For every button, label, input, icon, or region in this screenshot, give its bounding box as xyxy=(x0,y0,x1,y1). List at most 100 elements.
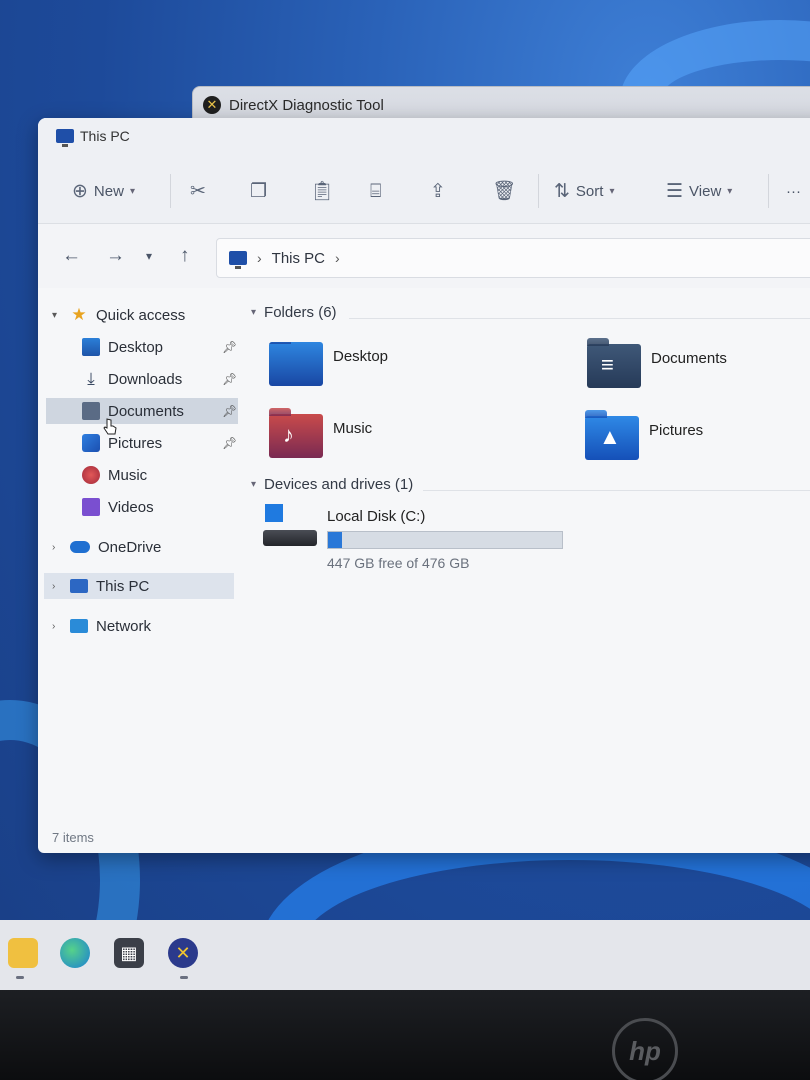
directx-titlebar[interactable]: ✕ DirectX Diagnostic Tool xyxy=(203,96,384,114)
pin-icon[interactable]: 📌︎ xyxy=(222,436,237,450)
sort-icon: ⇅ xyxy=(554,180,570,202)
sidebar-item-onedrive[interactable]: › OneDrive xyxy=(52,534,161,560)
group-divider xyxy=(423,490,810,491)
documents-folder-icon: ≡ xyxy=(587,338,641,388)
drive-local-disk-c[interactable]: Local Disk (C:) 447 GB free of 476 GB xyxy=(263,504,563,571)
cut-button[interactable]: ✂ xyxy=(190,176,206,206)
drive-body xyxy=(263,530,317,546)
sidebar-item-label: Downloads xyxy=(108,370,183,388)
sidebar-item-music[interactable]: Music xyxy=(82,462,147,488)
sidebar-item-desktop[interactable]: Desktop xyxy=(82,334,238,360)
pictures-folder-icon: ▲ xyxy=(585,410,639,460)
folder-documents[interactable]: ≡ Documents xyxy=(587,338,727,388)
download-icon: ⤓ xyxy=(87,369,95,388)
drive-usage-bar xyxy=(327,531,563,549)
chevron-down-icon[interactable]: ▾ xyxy=(251,479,256,490)
view-button[interactable]: ☰ View ▾ xyxy=(666,176,732,206)
folder-label: Documents xyxy=(651,350,727,367)
new-button[interactable]: ⊕ New ▾ xyxy=(72,176,135,206)
sidebar-item-videos[interactable]: Videos xyxy=(82,494,154,520)
chevron-down-icon: ▾ xyxy=(609,185,615,197)
toolbar-divider xyxy=(538,174,539,208)
star-icon: ★ xyxy=(71,305,87,324)
window-title: This PC xyxy=(80,128,130,144)
sidebar-item-network[interactable]: › Network xyxy=(52,613,151,639)
folder-label: Pictures xyxy=(649,422,704,439)
document-lines-icon: ≡ xyxy=(601,352,614,377)
copy-button[interactable]: ❐ xyxy=(250,176,267,206)
folders-group-label: Folders (6) xyxy=(264,304,337,321)
scissors-icon: ✂ xyxy=(190,180,206,202)
folder-desktop[interactable]: Desktop xyxy=(269,342,388,386)
folder-music[interactable]: ♪ Music xyxy=(269,408,373,458)
paste-button[interactable]: 📋︎ xyxy=(310,176,334,206)
trash-icon: 🗑︎ xyxy=(492,180,517,202)
view-button-label: View xyxy=(689,182,722,200)
breadcrumb-this-pc[interactable]: This PC xyxy=(272,250,325,267)
breadcrumb-chevron-icon[interactable]: › xyxy=(335,250,340,266)
devices-group-header[interactable]: ▾ Devices and drives (1) xyxy=(251,476,413,493)
file-explorer-taskbar-icon[interactable] xyxy=(8,938,38,968)
up-button[interactable]: ↑ xyxy=(180,246,190,265)
sidebar-item-quick-access[interactable]: ▾ ★ Quick access xyxy=(52,302,185,328)
sort-button-label: Sort xyxy=(575,182,604,200)
sidebar-item-label: Music xyxy=(108,466,148,484)
microsoft-store-icon[interactable]: ▦ xyxy=(114,938,144,968)
chevron-down-icon[interactable]: ▾ xyxy=(251,307,256,318)
share-icon: ⇪ xyxy=(430,180,446,202)
sort-button[interactable]: ⇅ Sort ▾ xyxy=(554,176,614,206)
chevron-right-icon[interactable]: › xyxy=(52,542,62,553)
desktop-folder-icon xyxy=(269,342,323,386)
sidebar-item-label: OneDrive xyxy=(98,538,162,556)
chevron-down-icon: ▾ xyxy=(129,185,135,197)
chevron-down-icon[interactable]: ▾ xyxy=(52,310,62,321)
pin-icon[interactable]: 📌︎ xyxy=(222,404,237,418)
folder-pictures[interactable]: ▲ Pictures xyxy=(585,410,704,460)
edge-browser-icon[interactable] xyxy=(60,938,90,968)
videos-icon xyxy=(82,498,100,516)
navigation-bar: ← → ▾ ↑ › This PC › xyxy=(38,224,810,288)
recent-locations-button[interactable]: ▾ xyxy=(146,250,152,262)
chevron-right-icon[interactable]: › xyxy=(52,621,62,632)
drive-name: Local Disk (C:) xyxy=(327,508,426,525)
delete-button[interactable]: 🗑︎ xyxy=(492,176,516,206)
titlebar[interactable]: This PC xyxy=(38,118,810,158)
hp-logo: hp xyxy=(612,1018,678,1080)
toolbar-divider xyxy=(768,174,769,208)
command-bar: ⊕ New ▾ ✂ ❐ 📋︎ ⌸ ⇪ 🗑︎ ⇅ Sort ▾ ☰ View ▾ … xyxy=(38,158,810,224)
sidebar-item-this-pc[interactable]: › This PC xyxy=(44,573,234,599)
folders-group-header[interactable]: ▾ Folders (6) xyxy=(251,304,337,321)
group-divider xyxy=(349,318,810,319)
content-pane: ▾ Folders (6) Desktop ≡ Documents ♪ Musi… xyxy=(243,290,810,810)
running-indicator xyxy=(16,976,24,979)
sidebar-item-label: Documents xyxy=(108,402,184,420)
pin-icon[interactable]: 📌︎ xyxy=(222,372,237,386)
more-options-button[interactable]: ··· xyxy=(786,176,801,206)
mountain-icon: ▲ xyxy=(599,424,621,449)
address-bar[interactable]: › This PC › xyxy=(216,238,810,278)
sidebar-item-documents[interactable]: Documents xyxy=(46,398,238,424)
rename-icon: ⌸ xyxy=(370,180,382,202)
chevron-right-icon[interactable]: › xyxy=(52,581,62,592)
onedrive-cloud-icon xyxy=(70,541,90,553)
rename-button[interactable]: ⌸ xyxy=(370,176,381,206)
music-note-icon: ♪ xyxy=(283,422,294,447)
view-icon: ☰ xyxy=(666,180,684,202)
folder-label: Music xyxy=(333,420,373,437)
forward-button[interactable]: → xyxy=(106,246,125,265)
share-button[interactable]: ⇪ xyxy=(430,176,446,206)
this-pc-icon xyxy=(56,129,74,147)
directx-icon: ✕ xyxy=(203,96,221,114)
sidebar-item-downloads[interactable]: ⤓ Downloads xyxy=(82,366,238,392)
documents-icon xyxy=(82,402,100,420)
plus-circle-icon: ⊕ xyxy=(72,180,88,202)
pin-icon[interactable]: 📌︎ xyxy=(222,340,237,354)
directx-taskbar-icon[interactable]: ✕ xyxy=(168,938,198,968)
breadcrumb-chevron-icon[interactable]: › xyxy=(257,250,262,266)
music-icon xyxy=(82,466,100,484)
drive-free-space: 447 GB free of 476 GB xyxy=(327,555,470,571)
hard-drive-icon xyxy=(263,504,317,552)
back-button[interactable]: ← xyxy=(62,246,81,265)
status-bar-item-count: 7 items xyxy=(52,830,94,845)
more-icon: ··· xyxy=(786,182,801,200)
